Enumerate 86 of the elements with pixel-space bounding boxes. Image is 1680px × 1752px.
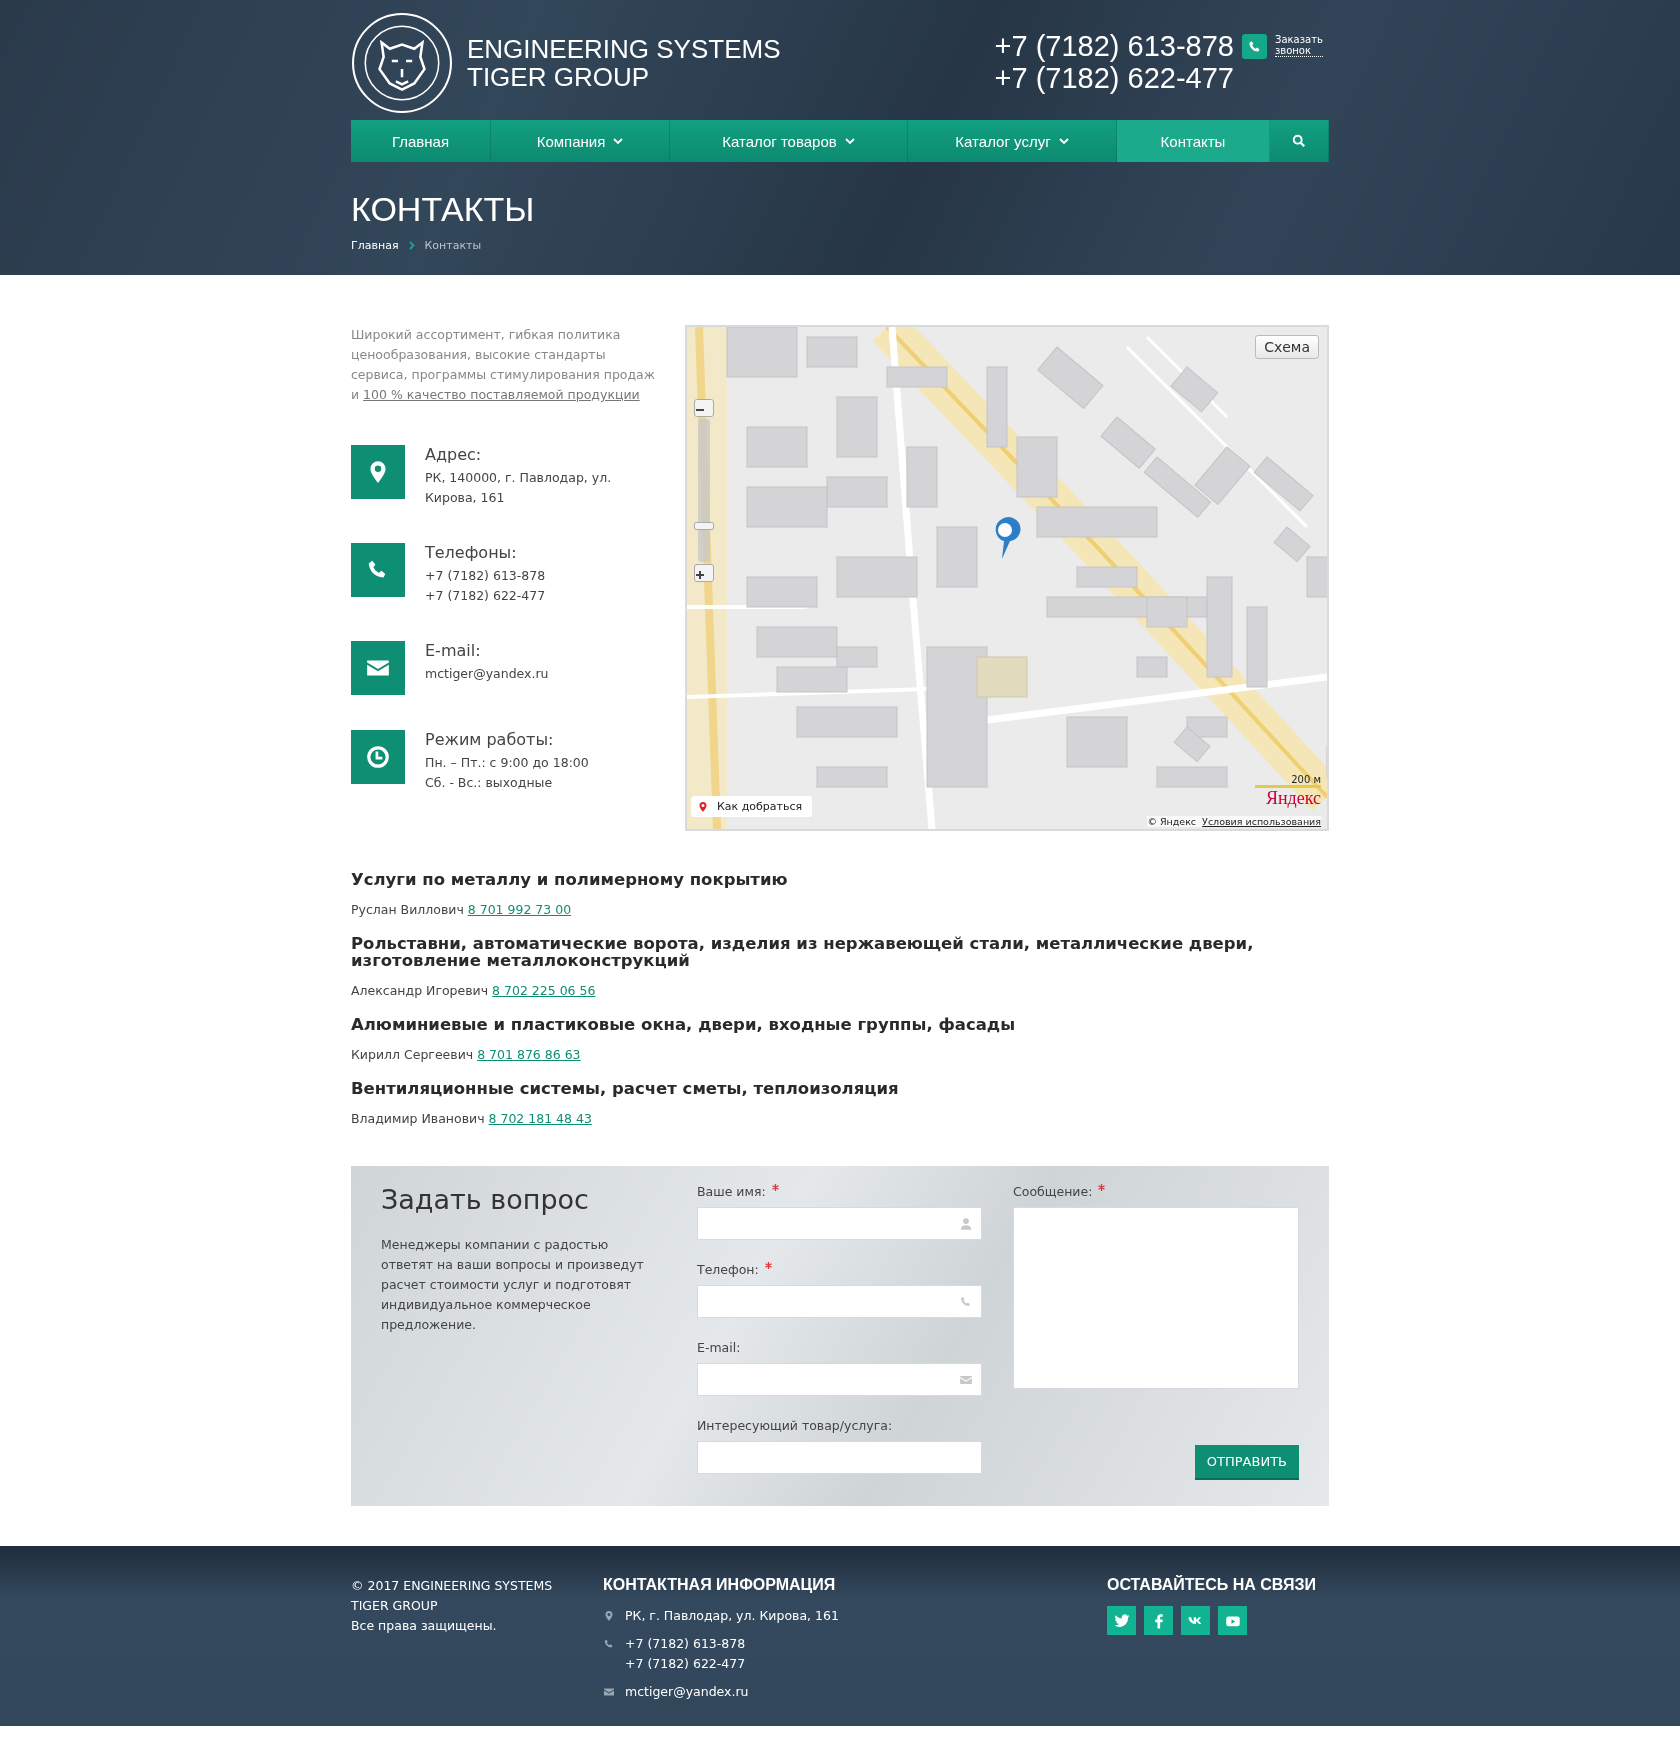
envelope-icon [603, 1686, 615, 1698]
map-scale: 200 м [1255, 774, 1321, 788]
field-label: Сообщение: [1013, 1184, 1093, 1199]
social-link[interactable] [1107, 1606, 1136, 1635]
phone-link[interactable]: 8 702 181 48 43 [488, 1111, 592, 1126]
search-icon [1292, 134, 1306, 148]
message-field[interactable] [1013, 1207, 1299, 1389]
contact-label: Телефоны: [425, 543, 518, 562]
contact-value: +7 (7182) 622-477 [425, 587, 546, 605]
zoom-slider-thumb[interactable] [694, 522, 714, 531]
nav-item[interactable]: Главная [351, 120, 491, 162]
footer-contact: +7 (7182) 613-878 [625, 1635, 746, 1653]
header-phone: +7 (7182) 613-878 [994, 30, 1234, 62]
contact-value: РК, 140000, г. Павлодар, ул. Кирова, 161 [425, 469, 613, 507]
field-label: E-mail: [697, 1340, 741, 1355]
map-layer-button[interactable]: Схема [1255, 335, 1319, 359]
input-field[interactable] [697, 1285, 982, 1318]
phone-icon [603, 1638, 615, 1650]
footer-contact: mctiger@yandex.ru [625, 1683, 749, 1701]
form-description: Менеджеры компании с радостью ответят на ваши вопросы и произведут расчет стоимости услуг и подготовят индивидуальное коммерческое предложение. [381, 1236, 645, 1334]
footer-heading: ОСТАВАЙТЕСЬ НА СВЯЗИ [1107, 1576, 1316, 1594]
submit-button[interactable]: ОТПРАВИТЬ [1194, 1445, 1299, 1480]
phone-link[interactable]: 8 702 225 06 56 [492, 983, 596, 998]
input-field[interactable] [697, 1363, 982, 1396]
map-provider-logo: Яндекс [1265, 788, 1321, 809]
round-emblem-icon [351, 12, 453, 114]
service-heading: Вентиляционные системы, расчет сметы, теплоизоляция [351, 1080, 900, 1097]
social-link[interactable] [1218, 1606, 1247, 1635]
contact-value: Пн. – Пт.: с 9:00 до 18:00 [425, 754, 589, 772]
field-label: Ваше имя: [697, 1184, 766, 1199]
map-copyright: © Яндекс [1147, 816, 1197, 827]
input-field[interactable] [697, 1207, 982, 1240]
contact-person: Руслан Виллович 8 701 992 73 00 [351, 902, 573, 917]
phone-button[interactable] [1242, 34, 1267, 59]
header-phone: +7 (7182) 622-477 [994, 62, 1234, 94]
contact-value: mctiger@yandex.ru [425, 665, 549, 683]
nav-item[interactable]: Контакты [1117, 120, 1270, 162]
social-link[interactable] [1144, 1606, 1173, 1635]
caret-icon [1058, 137, 1069, 145]
footer-heading: КОНТАКТНАЯ ИНФОРМАЦИЯ [603, 1576, 837, 1594]
social-link[interactable] [1181, 1606, 1210, 1635]
nav-item[interactable]: Каталог товаров [670, 120, 908, 162]
copyright-text: Все права защищены. [351, 1617, 498, 1635]
phone-link[interactable]: 8 701 876 86 63 [477, 1047, 581, 1062]
footer-contact: +7 (7182) 622-477 [625, 1655, 746, 1673]
location-pin-icon [697, 800, 709, 813]
phone-icon [959, 1294, 973, 1309]
contact-label: E-mail: [425, 641, 482, 660]
quality-link[interactable]: 100 % качество поставляемой продукции [363, 387, 640, 402]
plus-icon [695, 570, 705, 580]
form-title: Задать вопрос [381, 1184, 590, 1215]
service-heading: Алюминиевые и пластиковые окна, двери, входные группы, фасады [351, 1016, 1017, 1033]
location-pin-icon [603, 1610, 615, 1622]
breadcrumb-current: Контакты [424, 239, 482, 252]
copyright-text: © 2017 ENGINEERING SYSTEMS [351, 1577, 554, 1595]
company-name: ENGINEERING SYSTEMS TIGER GROUP [467, 35, 781, 91]
service-heading: Рольставни, автоматические ворота, изделия из нержавеющей стали, металлические двери, изготовление металлоконструкций [351, 935, 1255, 969]
zoom-in-button[interactable] [694, 564, 714, 582]
field-label: Телефон: [697, 1262, 759, 1277]
input-field[interactable] [697, 1441, 982, 1474]
nav-item[interactable]: Компания [491, 120, 670, 162]
contact-label: Адрес: [425, 445, 483, 464]
person-icon [959, 1216, 973, 1231]
clock-icon [365, 744, 391, 770]
phone-link[interactable]: 8 701 992 73 00 [467, 902, 572, 917]
contact-value: Сб. - Вс.: выходные [425, 774, 554, 792]
footer-contact: РК, г. Павлодар, ул. Кирова, 161 [625, 1607, 839, 1625]
page-title: КОНТАКТЫ [351, 190, 536, 229]
contact-value: +7 (7182) 613-878 [425, 567, 546, 585]
contact-person: Владимир Иванович 8 702 181 48 43 [351, 1111, 593, 1126]
caret-icon [613, 137, 624, 145]
contact-label: Режим работы: [425, 730, 555, 749]
caret-icon [844, 137, 855, 145]
bird-icon [1112, 1611, 1131, 1630]
terms-link[interactable]: Условия использования [1202, 816, 1321, 827]
zoom-out-button[interactable] [694, 399, 714, 417]
breadcrumb-link[interactable]: Главная [351, 239, 399, 252]
contact-person: Кирилл Сергеевич 8 701 876 86 63 [351, 1047, 582, 1062]
chevron-icon [408, 241, 415, 250]
route-button[interactable]: Как добраться [691, 796, 813, 817]
copyright-text: TIGER GROUP [351, 1597, 439, 1615]
contact-person: Александр Игоревич 8 702 225 06 56 [351, 983, 597, 998]
callback-link[interactable]: Заказать звонок [1275, 34, 1323, 57]
intro-text: Широкий ассортимент, гибкая политика ценообразования, высокие стандарты сервиса, программы стимулирования продаж и 100 % качество поставляемой продукции [351, 326, 657, 404]
field-label: Интересующий товар/услуга: [697, 1418, 893, 1433]
service-heading: Услуги по металлу и полимерному покрытию [351, 871, 789, 888]
